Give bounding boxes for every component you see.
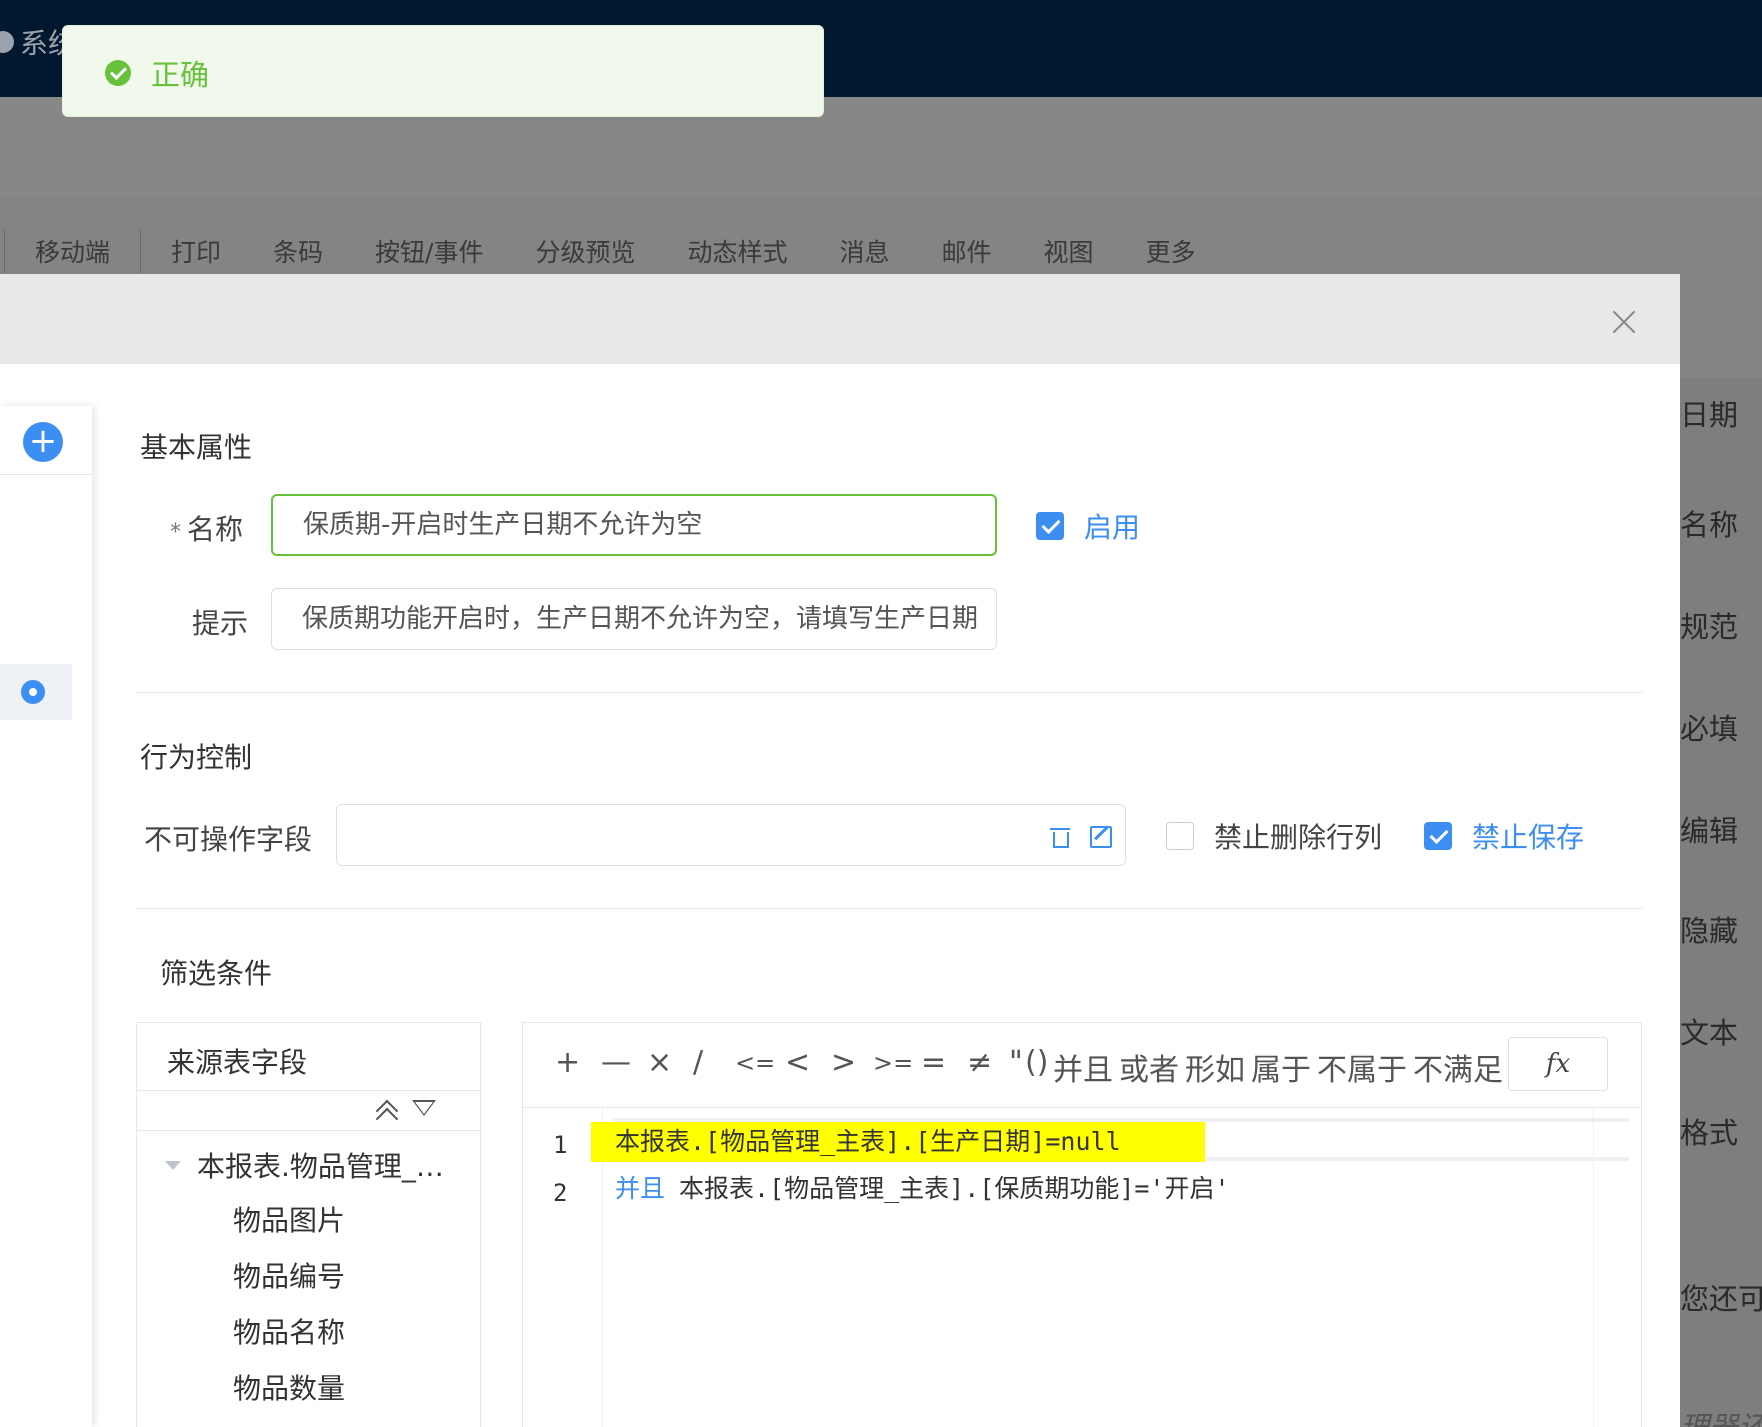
op-minus[interactable]: — bbox=[601, 1045, 631, 1080]
op-not-satisfy[interactable]: 不满足 bbox=[1413, 1045, 1503, 1089]
rp-item: 隐藏 bbox=[1680, 914, 1739, 948]
tab-mail[interactable]: 邮件 bbox=[916, 233, 1018, 269]
op-eq[interactable]: = bbox=[921, 1045, 946, 1080]
divider bbox=[135, 908, 1643, 909]
tab-print[interactable]: 打印 bbox=[145, 233, 247, 269]
keyword-and: 并且 bbox=[615, 1174, 666, 1203]
section-behavior-title: 行为控制 bbox=[140, 741, 253, 774]
op-neq[interactable]: ≠ bbox=[967, 1045, 992, 1080]
tab-dynamic-style[interactable]: 动态样式 bbox=[662, 233, 814, 269]
op-lte[interactable]: <= bbox=[735, 1049, 775, 1077]
trash-icon[interactable] bbox=[1050, 826, 1070, 848]
tree-node[interactable]: 物品编号 bbox=[233, 1255, 345, 1295]
tree-node[interactable]: 物品数量 bbox=[233, 1367, 345, 1407]
tree-node[interactable]: 物品名称 bbox=[233, 1311, 345, 1351]
gear-icon bbox=[21, 680, 45, 704]
hint-label: 提示 bbox=[192, 607, 249, 640]
filter-icon[interactable] bbox=[412, 1100, 436, 1116]
rp-item: 必填 bbox=[1680, 712, 1739, 746]
op-or[interactable]: 或者 bbox=[1119, 1045, 1179, 1089]
no-save-checkbox[interactable] bbox=[1424, 822, 1452, 850]
source-fields-panel: 来源表字段 本报表.物品管理_… 物品图片 物品编号 物品名称 物品数量 bbox=[136, 1022, 481, 1427]
hint-input[interactable]: 保质期功能开启时，生产日期不允许为空，请填写生产日期 bbox=[271, 588, 997, 650]
rp-item: 文本 bbox=[1680, 1016, 1739, 1050]
enable-label[interactable]: 启用 bbox=[1084, 506, 1140, 546]
rp-item: 名称 bbox=[1680, 508, 1739, 542]
op-quote[interactable]: " bbox=[1009, 1045, 1023, 1080]
no-delete-checkbox[interactable] bbox=[1166, 822, 1194, 850]
rp-item: 理器还需 bbox=[1680, 1410, 1762, 1427]
check-circle-icon bbox=[105, 60, 131, 86]
op-parens[interactable]: () bbox=[1025, 1045, 1048, 1080]
rule-list-panel: + bbox=[0, 406, 92, 1427]
op-not-in[interactable]: 不属于 bbox=[1317, 1045, 1407, 1089]
name-label-text: 名称 bbox=[187, 513, 244, 546]
line-number: 1 bbox=[553, 1131, 568, 1159]
op-and[interactable]: 并且 bbox=[1053, 1045, 1113, 1089]
line-number: 2 bbox=[553, 1179, 568, 1207]
rp-item: 规范 bbox=[1680, 610, 1739, 644]
tree-node[interactable]: 物品图片 bbox=[233, 1199, 345, 1239]
background-right-panel: 日期 名称 规范 必填 编辑 隐藏 文本 格式 您还可以 理器还需 bbox=[1680, 378, 1762, 1427]
tab-level-preview[interactable]: 分级预览 bbox=[509, 233, 661, 269]
dialog-header bbox=[0, 274, 1680, 364]
source-fields-title: 来源表字段 bbox=[167, 1046, 308, 1079]
add-rule-button[interactable]: + bbox=[23, 422, 63, 462]
name-label: * 名称 bbox=[170, 513, 244, 546]
rp-item: 日期 bbox=[1680, 398, 1739, 432]
divider bbox=[0, 474, 92, 475]
op-divide[interactable]: ∕ bbox=[693, 1045, 703, 1080]
collapse-all-icon[interactable] bbox=[373, 1099, 399, 1125]
rule-item-settings[interactable] bbox=[0, 664, 72, 720]
op-in[interactable]: 属于 bbox=[1251, 1045, 1311, 1089]
tab-barcode[interactable]: 条码 bbox=[247, 233, 349, 269]
formula-editor: + — × ∕ <= < > >= = ≠ " () 并且 或者 形如 属于 不… bbox=[522, 1022, 1642, 1427]
gear-icon bbox=[0, 31, 14, 53]
background-tabs: 移动端 打印 条码 按钮/事件 分级预览 动态样式 消息 邮件 视图 更多 bbox=[0, 226, 1222, 276]
success-toast: 正确 bbox=[62, 25, 824, 117]
tree-node-root[interactable]: 本报表.物品管理_… bbox=[165, 1145, 444, 1185]
tab-message[interactable]: 消息 bbox=[814, 233, 916, 269]
name-input[interactable]: 保质期-开启时生产日期不允许为空 bbox=[271, 494, 997, 556]
edit-icon[interactable] bbox=[1090, 826, 1112, 848]
rp-item: 您还可以 bbox=[1680, 1282, 1762, 1316]
section-basic-title: 基本属性 bbox=[140, 431, 253, 464]
caret-down-icon[interactable] bbox=[165, 1160, 181, 1170]
editor-ruler bbox=[1593, 1109, 1594, 1427]
tab-mobile[interactable]: 移动端 bbox=[9, 233, 136, 269]
tab-separator bbox=[4, 229, 5, 273]
divider bbox=[135, 692, 1643, 693]
operator-toolbar: + — × ∕ <= < > >= = ≠ " () 并且 或者 形如 属于 不… bbox=[523, 1023, 1641, 1108]
tab-button-event[interactable]: 按钮/事件 bbox=[349, 233, 509, 269]
op-lt[interactable]: < bbox=[785, 1045, 810, 1080]
tab-more[interactable]: 更多 bbox=[1120, 233, 1222, 269]
code-line-1[interactable]: 本报表.[物品管理_主表].[生产日期]=null bbox=[591, 1122, 1205, 1162]
no-save-label[interactable]: 禁止保存 bbox=[1472, 816, 1584, 856]
toast-message: 正确 bbox=[151, 58, 210, 92]
close-icon[interactable] bbox=[1612, 310, 1636, 334]
section-filter-title: 筛选条件 bbox=[160, 957, 273, 990]
source-fields-header: 来源表字段 bbox=[137, 1023, 480, 1091]
no-delete-label[interactable]: 禁止删除行列 bbox=[1214, 816, 1382, 856]
op-multiply[interactable]: × bbox=[647, 1045, 672, 1080]
op-gt[interactable]: > bbox=[831, 1045, 856, 1080]
code-text: 本报表.[物品管理_主表].[保质期功能]='开启' bbox=[679, 1174, 1230, 1203]
readonly-fields-label: 不可操作字段 bbox=[144, 823, 313, 856]
readonly-fields-input[interactable] bbox=[336, 804, 1126, 866]
tab-view[interactable]: 视图 bbox=[1018, 233, 1120, 269]
rp-item: 格式 bbox=[1680, 1116, 1739, 1150]
tree-node-root-label: 本报表.物品管理_… bbox=[197, 1150, 444, 1183]
fx-button[interactable]: fx bbox=[1508, 1037, 1608, 1091]
op-gte[interactable]: >= bbox=[873, 1049, 913, 1077]
tab-separator bbox=[140, 229, 142, 273]
op-like[interactable]: 形如 bbox=[1185, 1045, 1245, 1089]
rp-item: 编辑 bbox=[1680, 814, 1739, 848]
enable-checkbox[interactable] bbox=[1036, 512, 1064, 540]
op-plus[interactable]: + bbox=[555, 1045, 580, 1080]
code-line-2[interactable]: 并且 本报表.[物品管理_主表].[保质期功能]='开启' bbox=[615, 1169, 1230, 1209]
source-fields-toolbar bbox=[137, 1091, 480, 1131]
